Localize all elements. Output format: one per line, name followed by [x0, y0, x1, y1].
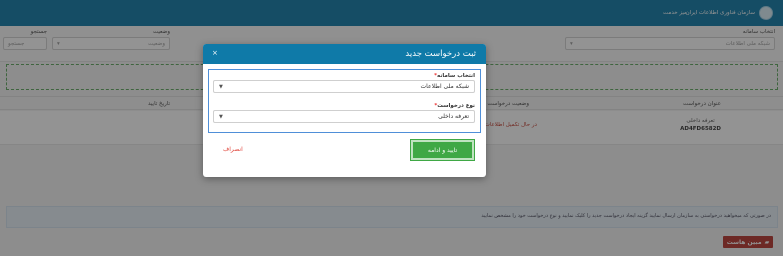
system-select[interactable]: ▼ شبکه ملی اطلاعات — [213, 80, 475, 93]
system-field-label: *انتخاب سامانه — [213, 73, 475, 79]
system-field: *انتخاب سامانه ▼ شبکه ملی اطلاعات — [213, 73, 475, 93]
chevron-down-icon: ▼ — [219, 83, 223, 90]
request-type-select[interactable]: ▼ تعرفه داخلی — [213, 110, 475, 123]
modal-header: ثبت درخواست جدید × — [203, 44, 486, 64]
request-type-label: *نوع درخواست — [213, 103, 475, 109]
system-field-label-text: انتخاب سامانه — [436, 73, 475, 79]
modal-form: *انتخاب سامانه ▼ شبکه ملی اطلاعات *نوع د… — [208, 69, 481, 133]
modal-title: ثبت درخواست جدید — [405, 49, 476, 59]
system-select-value: شبکه ملی اطلاعات — [420, 83, 469, 90]
request-type-value: تعرفه داخلی — [438, 113, 469, 120]
confirm-continue-button[interactable]: تایید و ادامه — [410, 139, 475, 161]
cancel-button[interactable]: انصراف — [223, 146, 243, 153]
close-icon[interactable]: × — [212, 49, 218, 57]
new-request-modal: ثبت درخواست جدید × *انتخاب سامانه ▼ شبکه… — [203, 44, 486, 177]
request-type-label-text: نوع درخواست — [437, 103, 475, 109]
request-type-field: *نوع درخواست ▼ تعرفه داخلی — [213, 103, 475, 123]
chevron-down-icon: ▼ — [219, 113, 223, 120]
